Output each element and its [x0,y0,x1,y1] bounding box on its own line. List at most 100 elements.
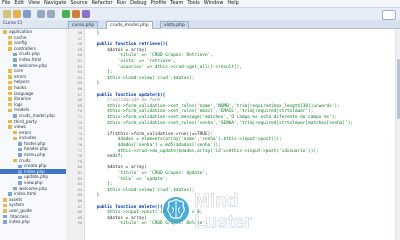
tree-item-label: language [14,90,34,96]
menu-item[interactable]: Refactor [92,0,113,6]
file-icon [13,52,17,57]
menu-item[interactable]: Help [227,0,238,6]
folder-icon [8,108,12,113]
editor-tab[interactable]: curso.php [68,21,99,29]
menu-item[interactable]: Run [117,0,127,6]
editor-scrollbar[interactable] [395,29,400,240]
line-number: 82 [77,176,82,181]
tree-item-label: logs [14,101,23,107]
line-number: 62 [77,64,82,69]
profile-icon[interactable] [82,10,90,18]
open-folder-icon[interactable] [13,10,21,18]
ide-window: File Edit View Navigate Source Refactor Run Deb… [0,0,400,240]
file-icon [13,186,17,191]
menu-item[interactable]: File [2,0,10,6]
folder-icon [8,91,12,96]
line-number: 72 [77,120,82,125]
menu-item[interactable]: Edit [14,0,24,6]
folder-icon [3,203,7,208]
tree-item-label: errors [19,129,32,135]
debug-icon[interactable] [72,10,80,18]
folder-icon [3,198,7,202]
folder-icon [8,80,12,85]
tree-item-label: cruds [19,157,31,163]
tree-item-label: welcome.php [19,185,47,191]
file-icon [18,170,22,174]
tree-item-label: third_party [14,118,37,124]
file-icon [3,214,7,219]
redo-icon[interactable] [47,10,55,18]
run-icon[interactable] [62,10,70,18]
code-line: 'titulo' => 'CRUD Grupos: Delete', [86,221,208,227]
tree-item-label: libraries [14,96,31,102]
line-number: 87 [77,204,82,209]
editor-tabs: curso.php cruds_model.php vista.php [66,20,400,29]
tree-item-label: includes [19,135,37,141]
file-icon [13,58,17,62]
line-number: 88 [77,210,82,215]
tree-item-label: index.php [9,219,30,225]
folder-icon [13,130,17,135]
folder-icon [13,136,17,141]
menu-item[interactable]: Profile [151,0,167,6]
tree-item-label: cruds.php [19,51,40,57]
code-line: } [86,31,100,36]
tree-item-label: system [9,202,25,208]
code-line: } [86,81,100,87]
search-icon[interactable] [382,10,396,20]
tree-item-label: helpers [14,79,30,85]
line-number: 78 [77,154,82,159]
tree-item-label: hooks [14,84,27,90]
folder-icon [8,69,12,73]
file-icon [18,164,22,168]
folder-icon [8,35,12,40]
menu-item[interactable]: Debug [130,0,146,6]
tree-item[interactable]: index.php [0,219,66,225]
project-panel: Curso CI application cache config controlle… [0,20,67,240]
line-number: 84 [77,187,82,192]
line-number: 70 [77,109,82,114]
tree-item-label: cruds_model.php [19,112,55,118]
tree-item-label: index.php [24,168,45,174]
code-editor[interactable]: 56 57 58 59 60 61 62 63 64 65 66 67 68 69 70 71 72 73 74 75… [66,29,400,240]
line-number: 66 [77,87,82,91]
folder-icon [8,41,12,45]
project-tree: application cache config controllers cruds.p… [0,29,66,225]
folder-icon [8,119,12,124]
tree-item-label: views [14,124,26,130]
line-number: 67 [77,92,82,97]
save-icon[interactable] [23,10,31,18]
tree-item-label: application [9,29,33,34]
undo-icon[interactable] [37,10,45,18]
code-line: $this->load->view('crud',$datos); [86,187,195,193]
folder-icon [8,75,12,79]
file-icon [8,192,12,196]
line-number: 59 [77,47,82,52]
line-number: 65 [77,81,82,86]
menu-item[interactable]: Navigate [44,0,66,6]
tree-item-label: welcome.php [19,62,47,68]
folder-icon [8,102,12,107]
editor-tab[interactable]: vista.php [160,21,189,29]
line-number: 69 [77,103,82,108]
scrollbar-thumb[interactable] [396,59,400,119]
line-number: 61 [77,59,82,63]
line-number: 77 [77,148,82,153]
menu-item[interactable]: Window [204,0,224,6]
folder-icon [8,97,12,101]
menu-item[interactable]: Tools [187,0,199,6]
editor-tab[interactable]: cruds_model.php [106,21,153,29]
file-icon [3,220,7,224]
tree-item-label: core [14,68,24,74]
tree-item-label: update.php [24,174,49,180]
line-number: 80 [77,165,82,170]
menu-item[interactable]: Team [170,0,183,6]
new-file-icon[interactable] [3,10,11,18]
tree-item-label: user_guide [9,208,32,213]
line-number: 60 [77,53,82,58]
menu-item[interactable]: Source [70,0,87,6]
folder-icon [8,125,12,129]
menu-item[interactable]: View [28,0,40,6]
code-line: endif; [86,154,124,160]
line-number: 73 [77,126,82,131]
